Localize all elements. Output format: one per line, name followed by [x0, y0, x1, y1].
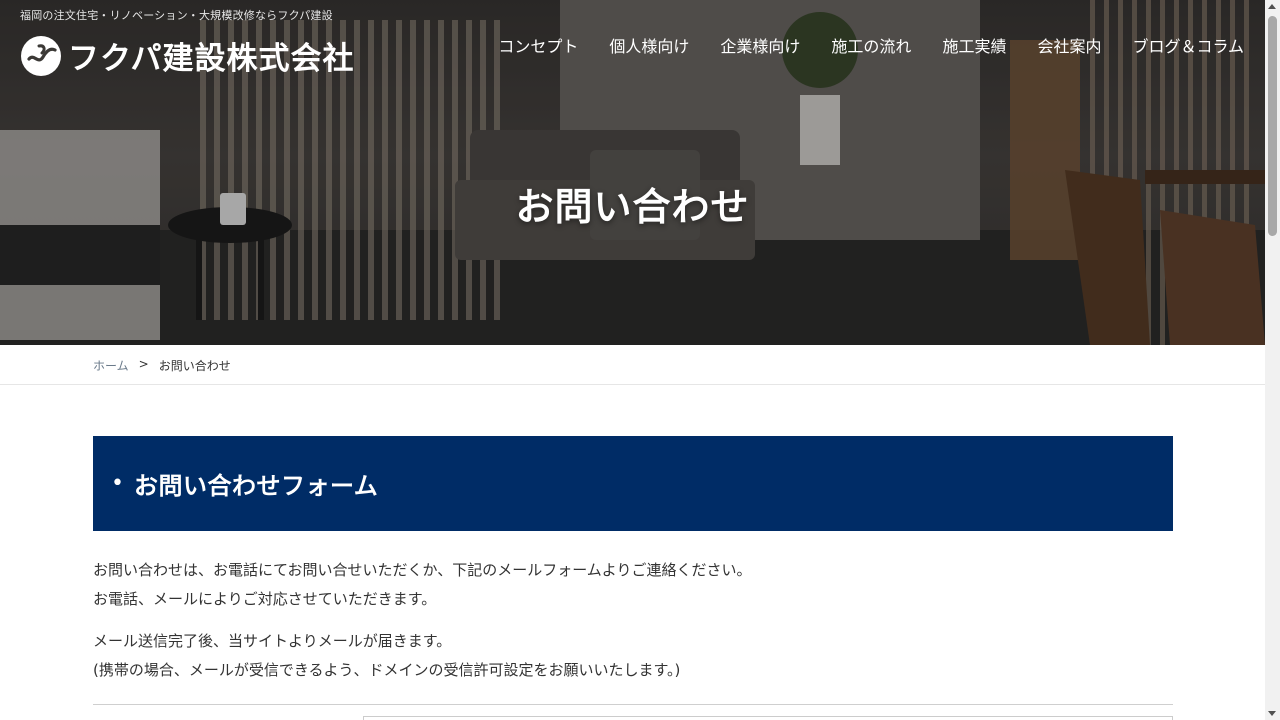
scroll-up-icon[interactable] [1268, 4, 1276, 9]
heading-bullet: • [111, 471, 124, 496]
scroll-down-icon[interactable] [1268, 711, 1276, 716]
scroll-thumb[interactable] [1268, 16, 1277, 236]
nav-item-individual[interactable]: 個人様向け [609, 33, 689, 57]
notice-line-2: (携帯の場合、メールが受信できるよう、ドメインの受信許可設定をお願いいたします。… [93, 661, 681, 679]
breadcrumb: ホーム > お問い合わせ [93, 357, 231, 374]
logo-text: フクパ建設株式会社 [68, 41, 355, 77]
form-section-header: • お問い合わせフォーム [93, 436, 1173, 531]
breadcrumb-current: お問い合わせ [158, 359, 231, 373]
breadcrumb-separator: > [138, 357, 149, 371]
hero-banner: 福岡の注文住宅・リノベーション・大規模改修ならフクパ建設 フクパ建設株式会社 コ… [0, 0, 1265, 345]
breadcrumb-home-link[interactable]: ホーム [93, 357, 129, 374]
form-top-border [93, 704, 1173, 705]
nav-item-corporate[interactable]: 企業様向け [720, 33, 800, 57]
main-nav: コンセプト 個人様向け 企業様向け 施工の流れ 施工実績 会社案内 ブログ＆コラ… [498, 33, 1244, 57]
notice-paragraph: メール送信完了後、当サイトよりメールが届きます。 (携帯の場合、メールが受信でき… [93, 627, 680, 685]
intro-paragraph: お問い合わせは、お電話にてお問い合せいただくか、下記のメールフォームよりご連絡く… [93, 556, 752, 614]
nav-item-works[interactable]: 施工実績 [942, 33, 1006, 57]
notice-line-1: メール送信完了後、当サイトよりメールが届きます。 [93, 632, 452, 650]
form-input-field[interactable] [363, 716, 1173, 720]
form-section-heading: お問い合わせフォーム [133, 472, 379, 500]
page-title: お問い合わせ [515, 185, 750, 229]
intro-line-1: お問い合わせは、お電話にてお問い合せいただくか、下記のメールフォームよりご連絡く… [93, 561, 752, 579]
intro-line-2: お電話、メールによりご対応させていただきます。 [93, 590, 437, 608]
site-tagline: 福岡の注文住宅・リノベーション・大規模改修ならフクパ建設 [20, 9, 333, 22]
nav-item-concept[interactable]: コンセプト [498, 33, 578, 57]
fukupa-logo-icon [21, 35, 61, 76]
breadcrumb-divider [0, 384, 1265, 385]
site-logo[interactable]: フクパ建設株式会社 [20, 33, 354, 78]
page: 福岡の注文住宅・リノベーション・大規模改修ならフクパ建設 フクパ建設株式会社 コ… [0, 0, 1265, 720]
nav-item-blog[interactable]: ブログ＆コラム [1132, 33, 1244, 57]
nav-item-construction-flow[interactable]: 施工の流れ [831, 33, 911, 57]
vertical-scrollbar[interactable] [1265, 0, 1280, 720]
nav-item-company[interactable]: 会社案内 [1037, 33, 1101, 57]
